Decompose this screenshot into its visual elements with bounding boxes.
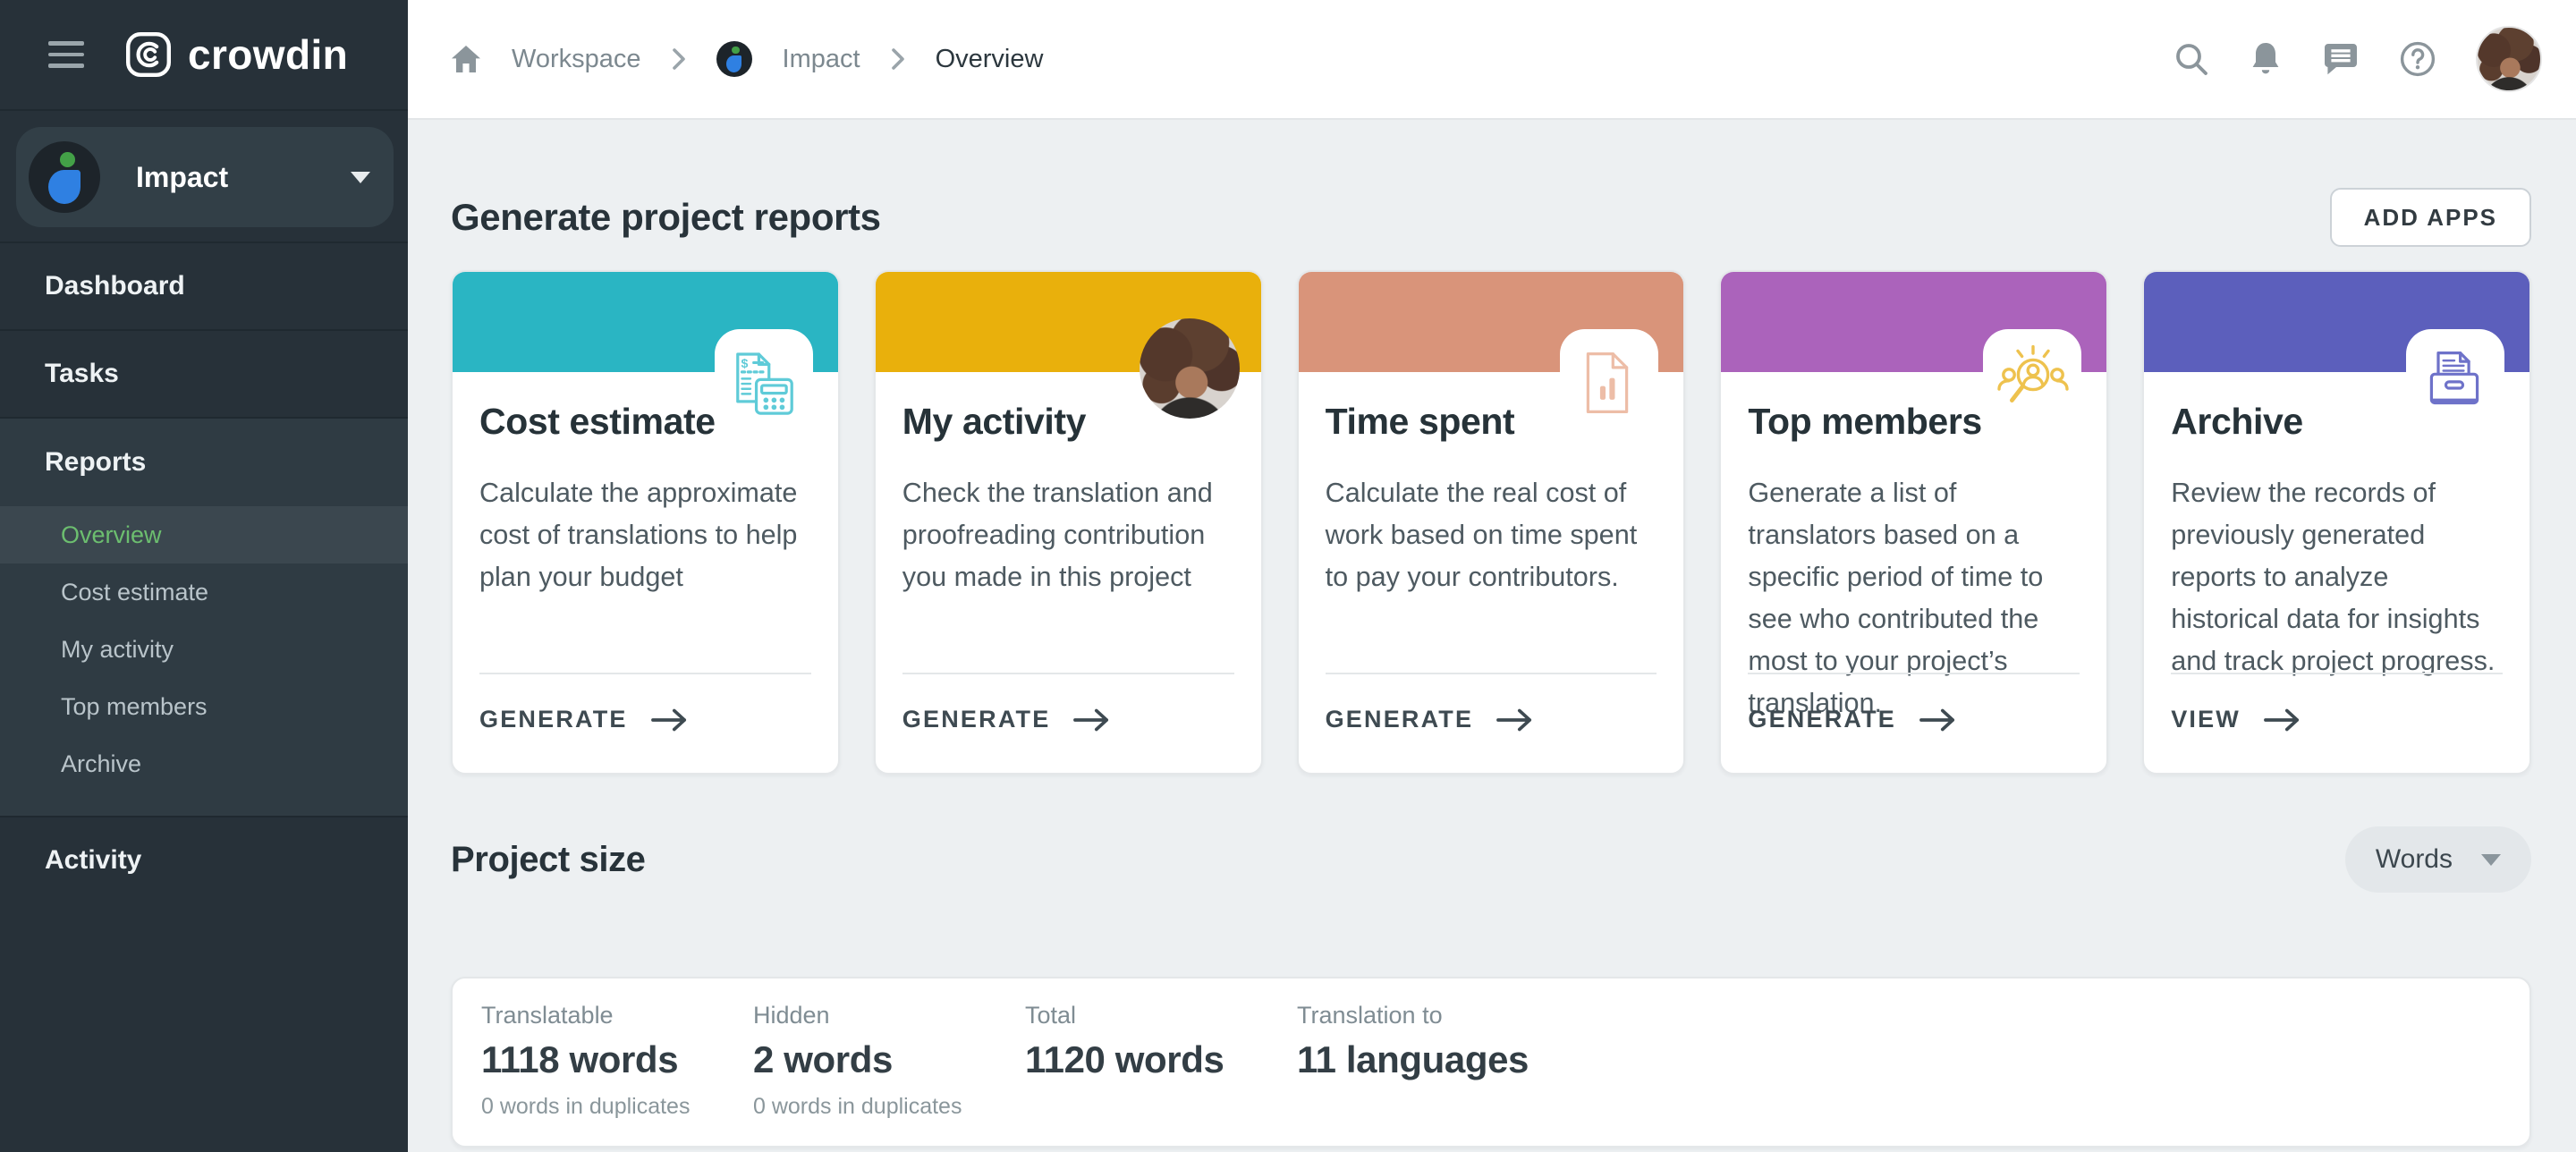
chevron-down-icon — [351, 172, 370, 183]
generate-label: GENERATE — [1326, 706, 1474, 733]
sidebar-item-top-members[interactable]: Top members — [0, 678, 408, 735]
stat-hidden: Hidden 2 words 0 words in duplicates — [753, 1002, 1025, 1121]
divider — [902, 673, 1234, 674]
stat-translatable: Translatable 1118 words 0 words in dupli… — [481, 1002, 753, 1121]
divider — [479, 673, 811, 674]
project-selector[interactable]: Impact — [16, 127, 394, 227]
sidebar-item-cost-estimate[interactable]: Cost estimate — [0, 563, 408, 621]
sidebar: crowdin Impact Dashboard Tasks Reports O… — [0, 0, 408, 1152]
archive-drawer-icon — [2422, 347, 2487, 411]
generate-label: GENERATE — [902, 706, 1051, 733]
card-top-members: Top members Generate a list of translato… — [1719, 270, 2108, 775]
search-icon[interactable] — [2174, 41, 2209, 77]
user-photo-avatar — [1140, 318, 1240, 419]
stat-label: Total — [1025, 1002, 1297, 1029]
document-bars-icon — [1583, 351, 1631, 415]
crowdin-logo[interactable]: crowdin — [125, 30, 348, 79]
user-avatar[interactable] — [2476, 26, 2542, 92]
project-avatar — [29, 141, 100, 213]
stat-note — [1297, 1094, 1529, 1121]
messages-icon[interactable] — [2322, 41, 2360, 77]
sidebar-header: crowdin — [0, 0, 408, 111]
help-icon[interactable] — [2399, 40, 2436, 78]
divider — [1326, 673, 1657, 674]
sidebar-item-reports[interactable]: Reports — [0, 419, 408, 506]
notifications-bell-icon[interactable] — [2249, 40, 2283, 78]
sidebar-item-archive[interactable]: Archive — [0, 735, 408, 792]
card-description: Review the records of previously generat… — [2171, 472, 2503, 682]
divider — [2171, 673, 2503, 674]
sidebar-reports-section: Reports Overview Cost estimate My activi… — [0, 417, 408, 816]
stat-value: 1118 words — [481, 1038, 753, 1081]
crowdin-logo-icon — [125, 31, 172, 78]
arrow-right-icon — [1496, 707, 1534, 733]
crowdin-app: crowdin Impact Dashboard Tasks Reports O… — [0, 0, 2576, 1152]
generate-label: GENERATE — [479, 706, 628, 733]
unit-dropdown[interactable]: Words — [2345, 826, 2531, 893]
menu-toggle-icon[interactable] — [48, 41, 84, 68]
stat-label: Translation to — [1297, 1002, 1529, 1029]
project-selector-label: Impact — [136, 161, 315, 194]
stat-translation-to: Translation to 11 languages — [1297, 1002, 1529, 1121]
arrow-right-icon — [1919, 707, 1957, 733]
card-cost-estimate: $ Cost estimate C — [451, 270, 840, 775]
breadcrumb-project-avatar — [716, 41, 752, 77]
invoice-calculator-icon: $ — [734, 351, 795, 419]
topbar: Workspace Impact Overview — [408, 0, 2576, 120]
card-description: Generate a list of translators based on … — [1748, 472, 2080, 724]
arrow-right-icon — [1073, 707, 1111, 733]
report-cards: $ Cost estimate C — [451, 270, 2531, 775]
home-icon[interactable] — [451, 44, 481, 74]
add-apps-button[interactable]: ADD APPS — [2330, 188, 2531, 247]
stat-label: Hidden — [753, 1002, 1025, 1029]
sidebar-item-activity[interactable]: Activity — [0, 816, 408, 903]
stat-value: 2 words — [753, 1038, 1025, 1081]
sidebar-nav: Dashboard Tasks Reports Overview Cost es… — [0, 241, 408, 903]
arrow-right-icon — [651, 707, 689, 733]
chevron-right-icon — [891, 48, 905, 70]
content: Generate project reports ADD APPS $ — [408, 120, 2576, 1148]
stat-note: 0 words in duplicates — [481, 1094, 753, 1121]
view-label: VIEW — [2171, 706, 2241, 733]
stat-note — [1025, 1094, 1297, 1121]
project-size-panel: Translatable 1118 words 0 words in dupli… — [451, 977, 2531, 1148]
divider — [1748, 673, 2080, 674]
stat-total: Total 1120 words — [1025, 1002, 1297, 1121]
card-time-spent: Time spent Calculate the real cost of wo… — [1297, 270, 1686, 775]
generate-link[interactable]: GENERATE — [1748, 706, 1957, 733]
sidebar-item-dashboard[interactable]: Dashboard — [0, 241, 408, 329]
stat-label: Translatable — [481, 1002, 753, 1029]
crowdin-wordmark: crowdin — [188, 30, 348, 79]
card-archive: Archive Review the records of previously… — [2142, 270, 2531, 775]
svg-text:$: $ — [741, 357, 748, 371]
topbar-actions — [2174, 26, 2542, 92]
card-description: Calculate the real cost of work based on… — [1326, 472, 1657, 598]
card-description: Check the translation and proofreading c… — [902, 472, 1234, 598]
people-search-icon — [1996, 343, 2071, 415]
view-link[interactable]: VIEW — [2171, 706, 2301, 733]
generate-link[interactable]: GENERATE — [902, 706, 1112, 733]
generate-link[interactable]: GENERATE — [479, 706, 689, 733]
breadcrumb-current: Overview — [936, 45, 1044, 74]
chevron-down-icon — [2481, 854, 2501, 866]
breadcrumb-workspace[interactable]: Workspace — [512, 45, 641, 74]
main-area: Workspace Impact Overview — [408, 0, 2576, 1152]
page-title: Generate project reports — [451, 196, 881, 239]
stat-value: 1120 words — [1025, 1038, 1297, 1081]
section-title-project-size: Project size — [451, 840, 646, 880]
unit-dropdown-value: Words — [2376, 844, 2453, 875]
chevron-right-icon — [672, 48, 686, 70]
stat-value: 11 languages — [1297, 1038, 1529, 1081]
sidebar-item-my-activity[interactable]: My activity — [0, 621, 408, 678]
card-my-activity: My activity Check the translation and pr… — [874, 270, 1263, 775]
generate-link[interactable]: GENERATE — [1326, 706, 1535, 733]
arrow-right-icon — [2264, 707, 2301, 733]
breadcrumb-project[interactable]: Impact — [783, 45, 860, 74]
card-description: Calculate the approximate cost of transl… — [479, 472, 811, 598]
sidebar-item-tasks[interactable]: Tasks — [0, 329, 408, 417]
sidebar-item-overview[interactable]: Overview — [0, 506, 408, 563]
generate-label: GENERATE — [1748, 706, 1896, 733]
breadcrumb: Workspace Impact Overview — [451, 41, 1043, 77]
stat-note: 0 words in duplicates — [753, 1094, 1025, 1121]
